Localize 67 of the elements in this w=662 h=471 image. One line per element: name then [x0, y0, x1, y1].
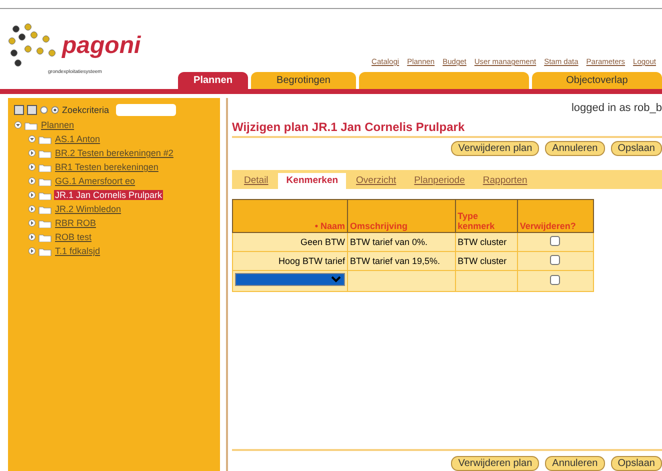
toggle-icon[interactable] [40, 106, 48, 114]
expand-icon[interactable] [28, 247, 36, 255]
table-cell: BTW tarief van 0%. [348, 232, 456, 252]
table-cell: Hoog BTW tarief [232, 252, 348, 270]
tree-item[interactable]: BR1 Testen berekeningen [54, 162, 160, 172]
tree-item[interactable]: JR.2 Wimbledon [54, 204, 122, 214]
collapse-all-icon[interactable] [27, 105, 37, 115]
search-field[interactable] [116, 104, 176, 116]
column-header: • Naam [232, 200, 348, 232]
table-cell: BTW cluster [455, 232, 518, 252]
tree-item[interactable]: BR.2 Testen berekeningen #2 [54, 148, 174, 158]
column-header: Omschrijving [348, 200, 456, 232]
folder-icon [38, 134, 52, 144]
table-cell: Geen BTW [232, 232, 348, 252]
column-header: Verwijderen? [517, 200, 594, 232]
expand-icon[interactable] [28, 219, 36, 227]
table-cell: BTW cluster [455, 252, 518, 270]
main-tab[interactable]: Objectoverlap [532, 72, 662, 89]
folder-icon [38, 162, 52, 172]
tree-item[interactable]: JR.1 Jan Cornelis Prulpark [54, 190, 164, 200]
eye-icon[interactable] [51, 106, 59, 114]
expand-icon[interactable] [28, 149, 36, 157]
folder-icon [38, 246, 52, 256]
logo-dots-icon [8, 23, 58, 69]
tree-item[interactable]: T.1 fdkalsjd [54, 246, 102, 256]
tree-item[interactable]: GG.1 Amersfoort eo [54, 176, 136, 186]
page-title: Wijzigen plan JR.1 Jan Cornelis Prulpark [232, 114, 662, 138]
expand-icon[interactable] [28, 233, 36, 241]
expand-all-icon[interactable] [14, 105, 24, 115]
expand-icon[interactable] [28, 191, 36, 199]
collapse-icon[interactable] [14, 121, 22, 129]
subtab[interactable]: Rapporten [474, 173, 536, 189]
column-header: Type kenmerk [455, 200, 518, 232]
expand-icon[interactable] [28, 205, 36, 213]
subtab[interactable]: Planperiode [406, 173, 473, 189]
main-tab[interactable]: Plannen [178, 72, 248, 89]
delete-checkbox[interactable] [550, 255, 560, 265]
subtab[interactable]: Detail [236, 173, 276, 189]
folder-icon [38, 204, 52, 214]
folder-icon [24, 120, 38, 130]
delete-checkbox[interactable] [550, 236, 560, 246]
action-button[interactable]: Opslaan [610, 456, 662, 471]
tree-item[interactable]: AS.1 Anton [54, 134, 102, 144]
action-button[interactable]: Verwijderen plan [451, 456, 540, 471]
folder-icon [38, 176, 52, 186]
table-cell: BTW tarief van 19,5%. [348, 252, 456, 270]
action-button[interactable]: Opslaan [610, 141, 662, 156]
folder-icon [38, 190, 52, 200]
expand-icon[interactable] [28, 163, 36, 171]
search-label: Zoekcriteria [62, 105, 110, 115]
action-button[interactable]: Verwijderen plan [451, 141, 540, 156]
folder-icon [38, 232, 52, 242]
action-button[interactable]: Annuleren [545, 456, 605, 471]
action-button[interactable]: Annuleren [545, 141, 605, 156]
collapse-icon[interactable] [28, 135, 36, 143]
delete-checkbox[interactable] [550, 275, 560, 285]
subtab[interactable]: Kenmerken [278, 173, 346, 189]
logged-in-user: logged in as rob_b [571, 102, 662, 114]
logo-text: pagoni [62, 32, 141, 60]
folder-icon [38, 148, 52, 158]
tree-item[interactable]: Plannen [40, 120, 76, 130]
expand-icon[interactable] [28, 177, 36, 185]
main-tab[interactable]: Begrotingen [251, 72, 356, 89]
tree-item[interactable]: ROB test [54, 232, 93, 242]
tree-item[interactable]: RBR ROB [54, 218, 98, 228]
folder-icon [38, 218, 52, 228]
subtab[interactable]: Overzicht [348, 173, 404, 189]
